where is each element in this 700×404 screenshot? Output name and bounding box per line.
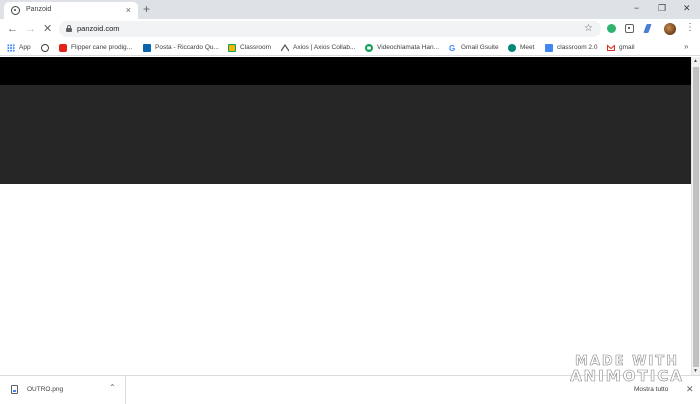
bookmark-label: Classroom [240, 44, 272, 51]
extension-green-icon[interactable] [607, 24, 616, 33]
bookmark-label: classroom 2.0 [557, 44, 598, 51]
bookmark-meet[interactable]: Meet [508, 41, 534, 54]
outlook-icon [143, 43, 151, 52]
gmail-icon [607, 43, 615, 51]
tab-panzoid[interactable]: Panzoid × [4, 2, 138, 19]
download-file-name[interactable]: OUTRO.png [27, 386, 63, 393]
site-hero-banner [0, 85, 691, 184]
bookmark-label: App [19, 44, 31, 51]
bookmark-label: Gmail Gsuite [461, 44, 499, 51]
site-header [0, 57, 691, 85]
extension-pen-icon[interactable] [643, 24, 652, 33]
svg-text:G: G [449, 44, 455, 52]
url-text[interactable]: panzoid.com [77, 24, 120, 33]
restore-icon[interactable]: ❐ [658, 2, 666, 14]
bookmark-gmail-gsuite[interactable]: G Gmail Gsuite [449, 41, 499, 54]
youtube-icon [59, 43, 67, 52]
chevron-up-icon[interactable]: ⌃ [109, 383, 116, 393]
bookmark-globe[interactable] [41, 41, 49, 54]
scroll-down-icon[interactable]: ▼ [693, 368, 698, 374]
menu-icon[interactable]: ⋮ [685, 22, 695, 34]
bookmark-videochiamata[interactable]: Videochiamata Han... [365, 41, 439, 54]
download-bar-close-icon[interactable]: ✕ [686, 384, 694, 394]
lock-icon[interactable] [66, 25, 72, 32]
bookmark-gmail[interactable]: gmail [607, 41, 635, 54]
bookmarks-bar: App Flipper cane prodig... Posta - Ricca… [0, 39, 700, 56]
panzoid-favicon-icon [11, 6, 20, 15]
axios-icon [281, 43, 289, 51]
vertical-scrollbar[interactable]: ▲ ▼ [691, 57, 700, 375]
hangouts-icon [365, 43, 373, 52]
bookmark-label: Posta - Riccardo Qu... [155, 44, 219, 51]
scroll-up-icon[interactable]: ▲ [693, 58, 698, 64]
download-item[interactable]: OUTRO.png ⌃ [0, 376, 126, 404]
bookmark-classroom2[interactable]: classroom 2.0 [545, 41, 597, 54]
apps-icon [7, 43, 15, 52]
meet-icon [508, 43, 516, 52]
bookmarks-overflow-icon[interactable]: » [684, 41, 688, 53]
new-tab-icon[interactable]: + [143, 2, 150, 16]
classroom2-icon [545, 43, 553, 52]
scroll-thumb[interactable] [693, 67, 699, 367]
bookmark-star-icon[interactable]: ☆ [584, 22, 593, 35]
globe-icon [41, 43, 49, 52]
tab-title: Panzoid [26, 6, 52, 13]
bookmark-label: Videochiamata Han... [377, 44, 440, 51]
tab-close-icon[interactable]: × [126, 5, 131, 15]
minimize-icon[interactable]: − [634, 2, 639, 14]
image-file-icon [11, 385, 18, 394]
extension-grid-icon[interactable] [625, 24, 634, 33]
bookmark-label: gmail [619, 44, 635, 51]
bookmark-flipper[interactable]: Flipper cane prodig... [59, 41, 132, 54]
google-icon: G [449, 44, 455, 52]
back-icon[interactable]: ← [7, 23, 18, 35]
stop-loading-icon[interactable]: ✕ [43, 23, 52, 35]
browser-toolbar: ← → ✕ panzoid.com ☆ ⋮ [0, 19, 700, 39]
bookmark-posta[interactable]: Posta - Riccardo Qu... [143, 41, 219, 54]
profile-avatar[interactable] [664, 23, 676, 35]
bookmark-apps[interactable]: App [7, 41, 31, 54]
bookmark-label: Axios | Axios Collab... [293, 44, 356, 51]
classroom-icon [228, 43, 236, 52]
bookmark-axios[interactable]: Axios | Axios Collab... [281, 41, 355, 54]
tab-strip: Panzoid × + − ❐ ✕ [0, 0, 700, 19]
download-bar: OUTRO.png ⌃ Mostra tutto ✕ [0, 375, 700, 404]
show-all-button[interactable]: Mostra tutto [634, 386, 668, 393]
bookmark-label: Flipper cane prodig... [71, 44, 133, 51]
web-page [0, 57, 691, 375]
bookmark-classroom[interactable]: Classroom [228, 41, 271, 54]
bookmark-label: Meet [520, 44, 535, 51]
forward-icon[interactable]: → [25, 23, 36, 35]
window-close-icon[interactable]: ✕ [683, 2, 691, 14]
address-bar[interactable]: panzoid.com ☆ [59, 21, 601, 37]
